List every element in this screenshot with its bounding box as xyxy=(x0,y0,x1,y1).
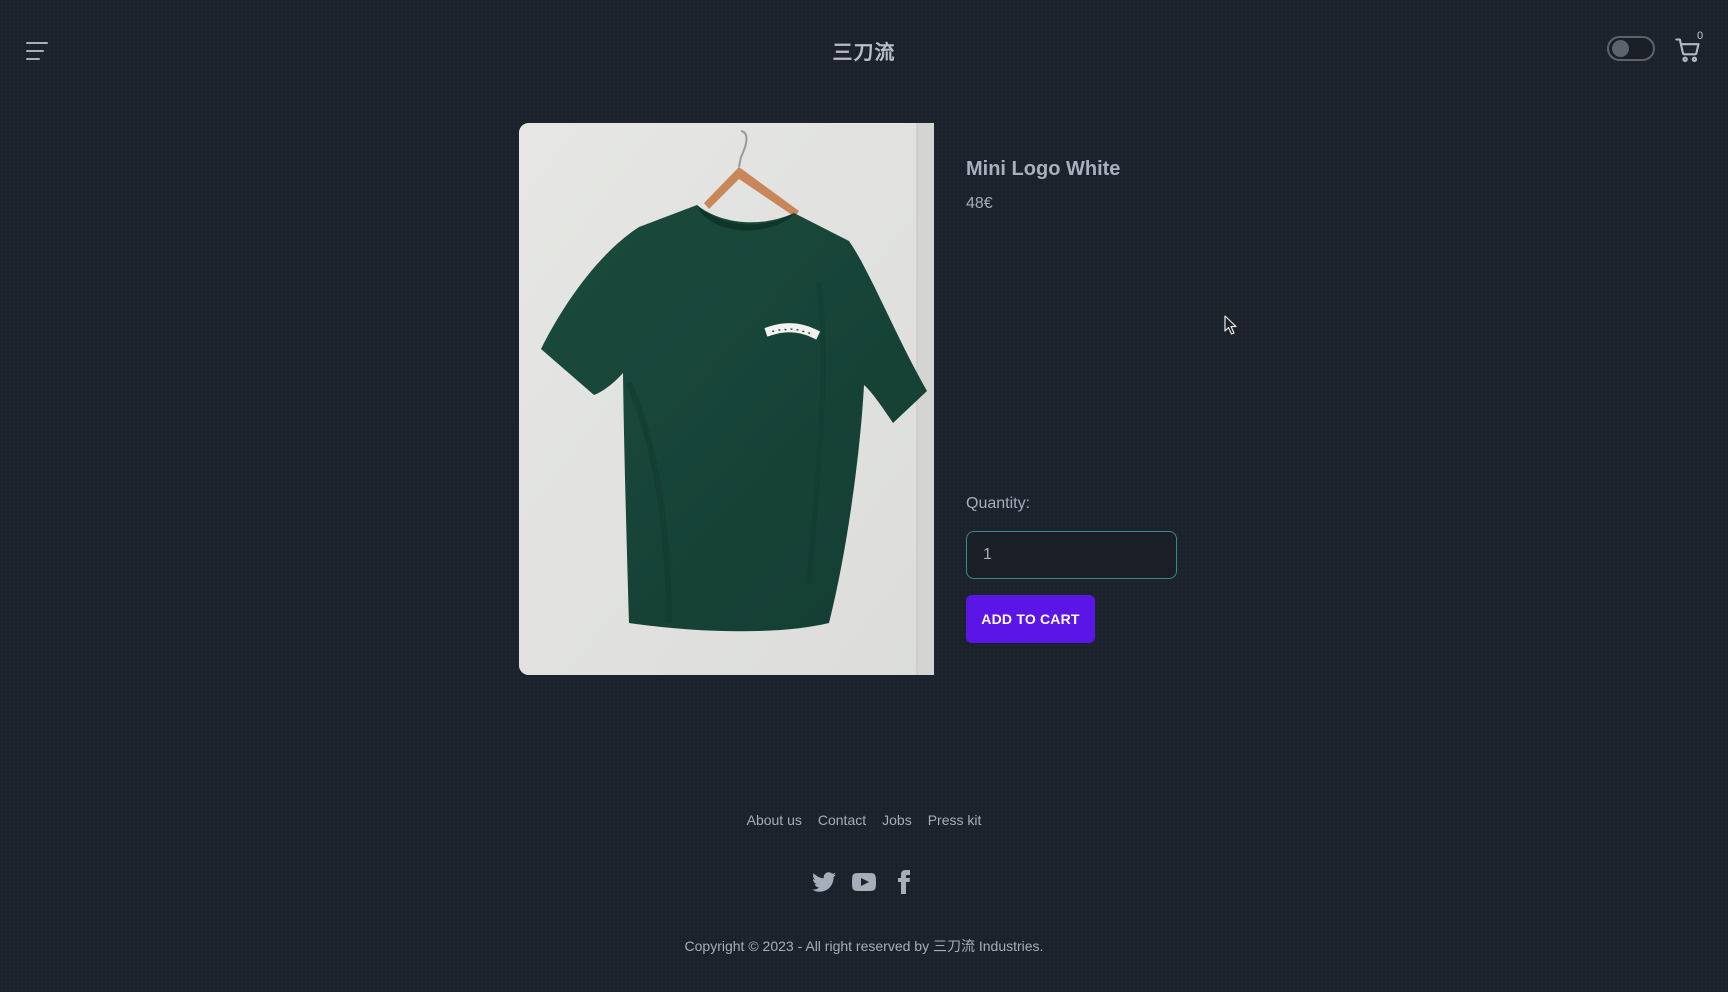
product-page: 三刀流 0 Mini Logo White 48€ Quantity: 1 AD… xyxy=(0,0,1728,992)
brand-logo[interactable]: 三刀流 xyxy=(0,36,1728,65)
facebook-icon[interactable] xyxy=(892,870,916,894)
footer-link-press-kit[interactable]: Press kit xyxy=(928,812,982,828)
footer-nav: About us Contact Jobs Press kit xyxy=(0,812,1728,828)
product-image xyxy=(519,123,934,675)
mouse-cursor-icon xyxy=(1224,315,1238,335)
quantity-label: Quantity: xyxy=(966,495,1031,512)
product-title: Mini Logo White xyxy=(966,158,1121,180)
navbar: 三刀流 0 xyxy=(0,0,1728,102)
footer-link-contact[interactable]: Contact xyxy=(818,812,866,828)
theme-toggle[interactable] xyxy=(1607,36,1655,61)
copyright-text: Copyright © 2023 - All right reserved by… xyxy=(684,938,1044,954)
product-price: 48€ xyxy=(966,195,993,212)
quantity-input[interactable] xyxy=(966,531,1177,579)
product-info: Mini Logo White 48€ Quantity: ADD TO CAR… xyxy=(966,123,1206,675)
social-links xyxy=(0,870,1728,894)
footer-link-about-us[interactable]: About us xyxy=(747,812,802,828)
youtube-icon[interactable] xyxy=(852,870,876,894)
footer-link-jobs[interactable]: Jobs xyxy=(882,812,912,828)
toggle-knob xyxy=(1612,40,1629,57)
twitter-icon[interactable] xyxy=(812,870,836,894)
cart-count-badge: 0 xyxy=(1697,30,1704,42)
add-to-cart-button[interactable]: ADD TO CART xyxy=(966,595,1095,643)
